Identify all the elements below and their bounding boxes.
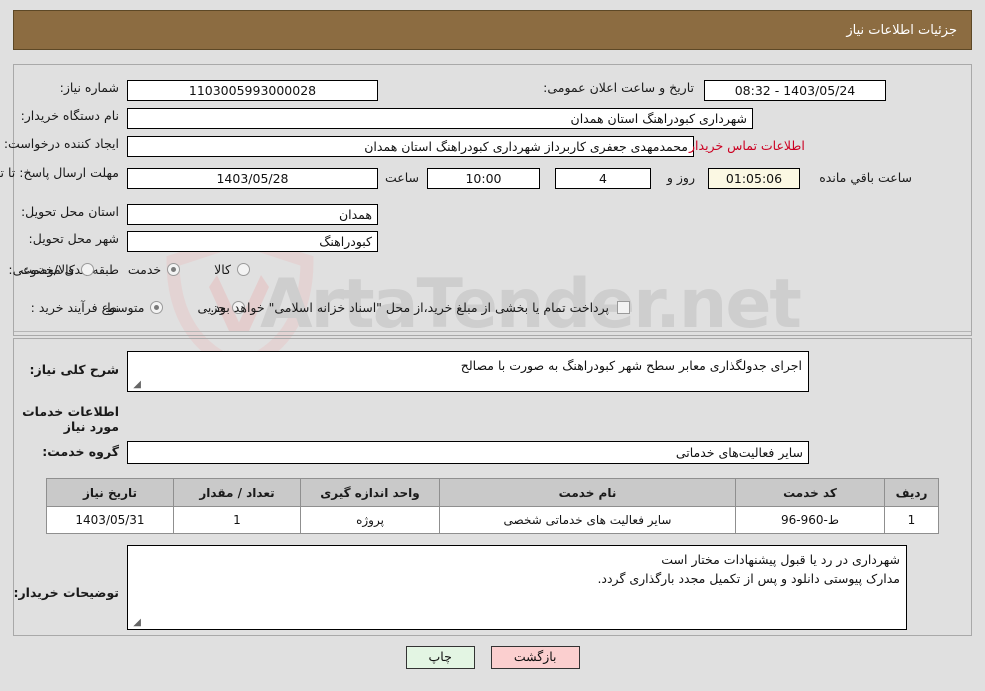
panel-divider — [14, 331, 971, 332]
process-option-motavaset[interactable]: متوسط — [105, 300, 164, 315]
service-group-field[interactable]: سایر فعالیت‌های خدماتی — [127, 441, 809, 464]
buyer-notes-label: توضیحات خریدار: — [13, 585, 119, 600]
back-button[interactable]: بازگشت — [490, 646, 580, 669]
cell-service-code: ط-960-96 — [735, 506, 885, 534]
delivery-province-label: استان محل تحویل: — [20, 204, 119, 219]
print-button[interactable]: چاپ — [405, 646, 475, 669]
th-quantity: تعداد / مقدار — [173, 478, 301, 507]
radio-khedmat-icon[interactable] — [167, 263, 181, 276]
deadline-days-suffix-label: روز و — [666, 170, 695, 185]
deadline-date-field[interactable]: 1403/05/28 — [127, 168, 378, 189]
treasury-checkbox-icon[interactable] — [617, 301, 630, 314]
request-creator-field[interactable]: محمدمهدی جعفری کاربرداز شهرداری کبودراهن… — [127, 136, 694, 157]
services-table: ردیف کد خدمت نام خدمت واحد اندازه گیری ت… — [46, 478, 939, 534]
general-description-value: اجرای جدولگذاری معابر سطح شهر کبودراهنگ … — [460, 358, 802, 373]
category-option-kala-khedmat-label: کالا/خدمت — [20, 262, 75, 277]
table-row: 1 ط-960-96 سایر فعالیت های خدماتی شخصی پ… — [46, 506, 939, 534]
buyer-notes-textarea[interactable]: شهرداری در رد یا قبول پیشنهادات مختار اس… — [127, 545, 907, 630]
general-description-label: شرح کلی نیاز: — [29, 362, 119, 377]
category-option-kala-label: کالا — [214, 262, 231, 277]
announce-datetime-label-row: تاریخ و ساعت اعلان عمومی: — [543, 80, 694, 95]
service-group-label: گروه خدمت: — [42, 444, 119, 459]
buyer-notes-line-2: مدارک پیوستی دانلود و پس از تکمیل مجدد ب… — [597, 571, 900, 586]
resize-grip-icon[interactable]: ◢ — [131, 618, 141, 628]
delivery-city-field[interactable]: کبودراهنگ — [127, 231, 378, 252]
footer-button-bar: بازگشت چاپ — [0, 646, 985, 669]
radio-kala-khedmat-icon[interactable] — [80, 263, 94, 276]
buyer-org-label: نام دستگاه خریدار: — [20, 108, 119, 123]
th-service-name: نام خدمت — [439, 478, 736, 507]
radio-kala-icon[interactable] — [237, 263, 250, 276]
cell-need-date: 1403/05/31 — [46, 506, 174, 534]
page-title: جزئیات اطلاعات نیاز — [846, 22, 957, 38]
page-root: ArtaTender.net جزئیات اطلاعات نیاز شماره… — [0, 0, 985, 691]
services-section-title: اطلاعات خدمات مورد نیاز — [22, 404, 119, 434]
need-number-field[interactable]: 1103005993000028 — [127, 80, 378, 101]
th-need-date: تاریخ نیاز — [46, 478, 174, 507]
delivery-province-label-row: استان محل تحویل: — [21, 204, 119, 219]
table-header-row: ردیف کد خدمت نام خدمت واحد اندازه گیری ت… — [46, 478, 939, 507]
buyer-notes-line-1: شهرداری در رد یا قبول پیشنهادات مختار اس… — [661, 552, 900, 567]
need-info-panel — [13, 64, 972, 336]
announce-datetime-label: تاریخ و ساعت اعلان عمومی: — [543, 80, 694, 95]
need-number-label-row: شماره نیاز: — [60, 80, 119, 95]
th-unit: واحد اندازه گیری — [300, 478, 440, 507]
cell-row-no: 1 — [884, 506, 939, 534]
treasury-checkbox-row[interactable]: پرداخت تمام یا بخشی از مبلغ خرید،از محل … — [210, 300, 630, 315]
cell-quantity: 1 — [173, 506, 301, 534]
radio-motavaset-icon[interactable] — [150, 301, 164, 314]
services-table-wrapper: ردیف کد خدمت نام خدمت واحد اندازه گیری ت… — [46, 478, 939, 534]
th-service-code: کد خدمت — [735, 478, 885, 507]
th-row-no: ردیف — [884, 478, 939, 507]
category-option-khedmat-label: خدمت — [127, 262, 162, 277]
category-option-kala[interactable]: کالا — [214, 262, 250, 277]
resize-grip-icon[interactable]: ◢ — [131, 380, 141, 390]
announce-datetime-field[interactable]: 1403/05/24 - 08:32 — [704, 80, 886, 101]
buyer-org-field[interactable]: شهرداری کبودراهنگ استان همدان — [127, 108, 753, 129]
delivery-city-label-row: شهر محل تحویل: — [29, 231, 119, 246]
process-option-motavaset-label: متوسط — [105, 300, 145, 315]
deadline-days-field[interactable]: 4 — [555, 168, 651, 189]
deadline-time-label: ساعت — [384, 170, 419, 185]
treasury-checkbox-label: پرداخت تمام یا بخشی از مبلغ خرید،از محل … — [210, 300, 609, 315]
buyer-org-label-row: نام دستگاه خریدار: — [21, 108, 119, 123]
deadline-label-row: مهلت ارسال پاسخ: تا تاریخ: — [0, 164, 119, 181]
category-option-khedmat[interactable]: خدمت — [127, 262, 181, 277]
page-header-bar: جزئیات اطلاعات نیاز — [13, 10, 972, 50]
cell-unit: پروژه — [300, 506, 440, 534]
category-option-kala-khedmat[interactable]: کالا/خدمت — [20, 262, 94, 277]
deadline-label: مهلت ارسال پاسخ: تا تاریخ: — [0, 165, 119, 180]
request-creator-label: ایجاد کننده درخواست: — [3, 136, 119, 151]
cell-service-name: سایر فعالیت های خدماتی شخصی — [439, 506, 736, 534]
need-number-label: شماره نیاز: — [59, 80, 119, 95]
general-description-textarea[interactable]: اجرای جدولگذاری معابر سطح شهر کبودراهنگ … — [127, 351, 809, 392]
deadline-countdown-field: 01:05:06 — [708, 168, 800, 189]
request-creator-label-row: ایجاد کننده درخواست: — [4, 136, 119, 151]
deadline-time-field[interactable]: 10:00 — [427, 168, 540, 189]
delivery-city-label: شهر محل تحویل: — [28, 231, 119, 246]
delivery-province-field[interactable]: همدان — [127, 204, 378, 225]
category-radio-group: کالا خدمت کالا/خدمت — [0, 262, 250, 277]
deadline-countdown-suffix-label: ساعت باقي مانده — [819, 170, 912, 185]
buyer-contact-link[interactable]: اطلاعات تماس خریدار — [689, 138, 805, 153]
